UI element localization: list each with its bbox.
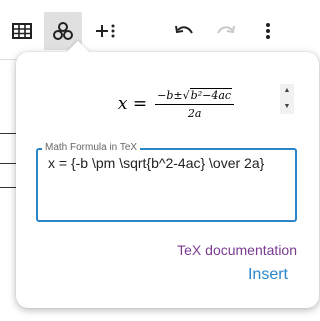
formula-lhs: x =: [118, 94, 147, 114]
math-formula-popup: x = −b±√b²−4ac 2a ▲ ▼ Math Formula in Te…: [16, 40, 319, 308]
formula-numerator: −b±√b²−4ac: [155, 87, 234, 104]
more-vert-icon: [266, 23, 270, 39]
preview-scrollbar[interactable]: ▲ ▼: [280, 84, 294, 114]
formula-variable: x: [117, 94, 128, 114]
more-options-button[interactable]: [249, 12, 287, 50]
numerator-prefix: −b±: [157, 88, 183, 102]
math-icon: [53, 22, 73, 40]
undo-button[interactable]: [165, 12, 203, 50]
redo-button[interactable]: [207, 12, 245, 50]
insert-more-button[interactable]: [87, 12, 125, 50]
table-icon: [12, 23, 32, 39]
tex-field-label: Math Formula in TeX: [42, 142, 141, 153]
scroll-up-icon[interactable]: ▲: [284, 86, 291, 96]
scroll-down-icon[interactable]: ▼: [284, 102, 291, 112]
insert-button[interactable]: Insert: [248, 266, 288, 284]
editor-stage: x = −b±√b²−4ac 2a ▲ ▼ Math Formula in Te…: [0, 0, 319, 321]
insert-table-button[interactable]: [3, 12, 41, 50]
redo-icon: [217, 25, 235, 34]
rendered-formula: x = −b±√b²−4ac 2a: [118, 87, 235, 120]
radicand: b²−4ac: [189, 87, 233, 102]
formula-preview: x = −b±√b²−4ac 2a: [76, 80, 276, 128]
formula-fraction: −b±√b²−4ac 2a: [155, 87, 235, 120]
toolbar: [0, 0, 319, 60]
insert-more-icon: [96, 24, 115, 38]
sqrt-sign: √: [182, 88, 190, 102]
tex-formula-input[interactable]: x = {-b \pm \sqrt{b^2-4ac} \over 2a}: [48, 155, 288, 172]
tex-documentation-link[interactable]: TeX documentation: [177, 242, 297, 258]
formula-denominator: 2a: [187, 106, 202, 120]
formula-equals: =: [132, 94, 148, 114]
undo-icon: [175, 25, 193, 34]
